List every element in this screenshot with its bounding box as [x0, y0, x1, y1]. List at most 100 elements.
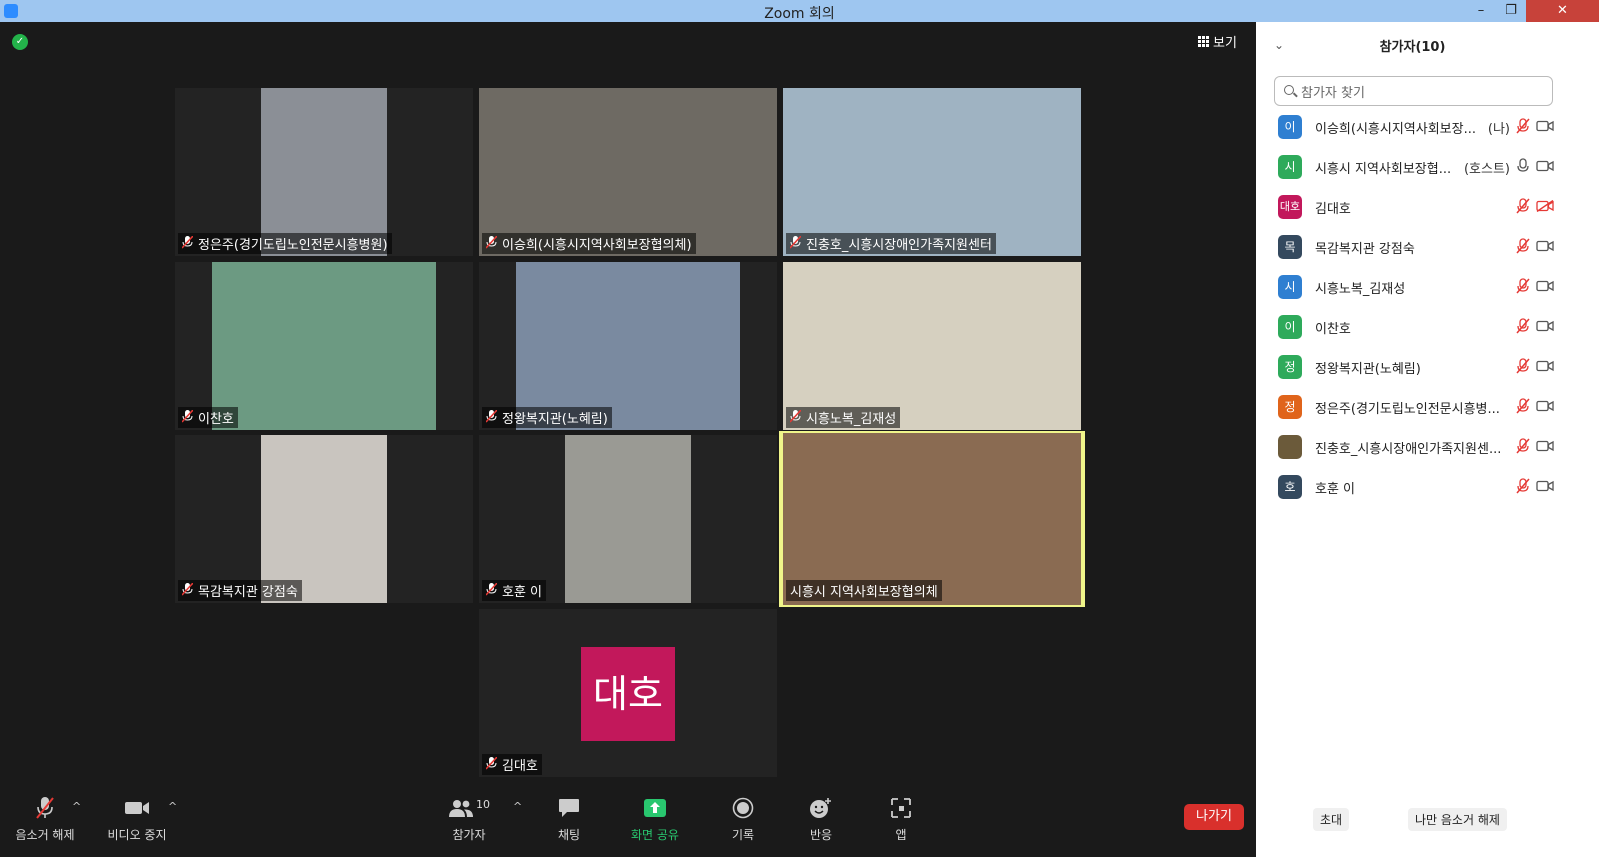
reactions-label: 반응: [809, 828, 833, 842]
participant-search-input[interactable]: 참가자 찾기: [1274, 76, 1553, 106]
participant-list: 이 이승희(시흥시지역사회보장... (나) 시 시흥시 지역사회보장협... …: [1256, 112, 1599, 512]
participant-name-label: 김대호: [482, 754, 542, 775]
participant-name: 시흥노복_김재성: [806, 412, 897, 427]
mic-muted-icon[interactable]: [1516, 278, 1530, 294]
title-bar: Zoom 회의 – ❐ ✕: [0, 0, 1599, 22]
video-camera-icon[interactable]: [1536, 280, 1554, 292]
participant-row[interactable]: 이 이찬호: [1256, 312, 1599, 352]
participant-name-label: 진충호_시흥시장애인가족지원센터: [786, 233, 996, 254]
video-camera-icon: [125, 802, 149, 814]
meeting-area: ✓ 보기 정은주(경기도립노인전문시흥병원) 이승희(시흥시지역사회보장협의체)…: [0, 22, 1256, 857]
video-tile[interactable]: 대호 김대호: [479, 609, 777, 777]
participant-name-label: 정은주(경기도립노인전문시흥병원): [178, 233, 392, 254]
apps-icon: [891, 798, 911, 818]
participant-row[interactable]: 이 이승희(시흥시지역사회보장... (나): [1256, 112, 1599, 152]
unmute-label: 음소거 해제: [15, 828, 75, 842]
participant-name: 정왕복지관(노혜림): [502, 412, 608, 427]
video-camera-icon[interactable]: [1536, 120, 1554, 132]
participant-avatar: 정: [1278, 355, 1302, 379]
search-placeholder: 참가자 찾기: [1301, 86, 1365, 101]
record-button[interactable]: 기록: [728, 796, 758, 843]
invite-button[interactable]: 초대: [1313, 808, 1350, 831]
share-screen-icon: [644, 799, 666, 817]
participant-row[interactable]: 호 호훈 이: [1256, 472, 1599, 512]
participant-row-name: 김대호: [1315, 202, 1351, 217]
participant-row-name: 목감복지관 강점숙: [1315, 242, 1415, 257]
participants-count: 10: [476, 797, 490, 811]
mic-muted-icon: [182, 583, 193, 596]
participant-video: [212, 262, 436, 430]
unmute-me-button[interactable]: 나만 음소거 해제: [1408, 808, 1507, 831]
apps-label: 앱: [895, 828, 907, 842]
mic-muted-icon[interactable]: [1516, 198, 1530, 214]
restore-button[interactable]: ❐: [1496, 0, 1526, 22]
video-camera-icon[interactable]: [1536, 400, 1554, 412]
video-off-icon[interactable]: [1536, 200, 1554, 212]
stop-video-button[interactable]: 비디오 중지: [104, 796, 170, 843]
reactions-button[interactable]: 반응: [806, 796, 836, 843]
participant-avatar: 시: [1278, 155, 1302, 179]
participant-role: (호스트): [1463, 162, 1510, 177]
mic-muted-icon[interactable]: [1516, 238, 1530, 254]
audio-options-caret-icon[interactable]: ^: [72, 800, 81, 813]
video-camera-icon[interactable]: [1536, 240, 1554, 252]
video-camera-icon[interactable]: [1536, 480, 1554, 492]
video-tile[interactable]: 목감복지관 강점숙: [175, 435, 473, 603]
participants-button[interactable]: 10 참가자: [446, 796, 492, 843]
video-tile[interactable]: 시흥노복_김재성: [783, 262, 1081, 430]
participant-name-label: 호훈 이: [482, 580, 547, 601]
mic-muted-icon[interactable]: [1516, 118, 1530, 134]
participant-name-label: 목감복지관 강점숙: [178, 580, 302, 601]
video-tile[interactable]: 이찬호: [175, 262, 473, 430]
participant-row[interactable]: 시 시흥시 지역사회보장협... (호스트): [1256, 152, 1599, 192]
mic-icon[interactable]: [1516, 158, 1530, 174]
video-camera-icon[interactable]: [1536, 440, 1554, 452]
participant-row[interactable]: 진충호_시흥시장애인가족지원센...: [1256, 432, 1599, 472]
chat-button[interactable]: 채팅: [554, 796, 584, 843]
mic-muted-icon[interactable]: [1516, 478, 1530, 494]
participant-row[interactable]: 시 시흥노복_김재성: [1256, 272, 1599, 312]
participant-name-label: 이승희(시흥시지역사회보장협의체): [482, 233, 696, 254]
stop-video-label: 비디오 중지: [107, 828, 167, 842]
mic-muted-icon[interactable]: [1516, 438, 1530, 454]
apps-button[interactable]: 앱: [886, 796, 916, 843]
mic-muted-icon[interactable]: [1516, 358, 1530, 374]
mic-muted-icon[interactable]: [1516, 318, 1530, 334]
video-tile[interactable]: 정왕복지관(노혜림): [479, 262, 777, 430]
video-camera-icon[interactable]: [1536, 160, 1554, 172]
participant-row[interactable]: 정 정왕복지관(노혜림): [1256, 352, 1599, 392]
participants-options-caret-icon[interactable]: ^: [513, 800, 522, 813]
participant-row[interactable]: 대호 김대호: [1256, 192, 1599, 232]
unmute-button[interactable]: 음소거 해제: [12, 796, 78, 843]
participant-avatar: 이: [1278, 115, 1302, 139]
minimize-button[interactable]: –: [1466, 0, 1496, 22]
video-tile[interactable]: 이승희(시흥시지역사회보장협의체): [479, 88, 777, 256]
participant-row[interactable]: 목 목감복지관 강점숙: [1256, 232, 1599, 272]
participant-name: 시흥시 지역사회보장협의체: [790, 585, 938, 600]
participant-avatar: 호: [1278, 475, 1302, 499]
participant-name: 정은주(경기도립노인전문시흥병원): [198, 238, 388, 253]
mic-muted-icon[interactable]: [1516, 398, 1530, 414]
close-button[interactable]: ✕: [1526, 0, 1599, 22]
video-tile[interactable]: 진충호_시흥시장애인가족지원센터: [783, 88, 1081, 256]
video-camera-icon[interactable]: [1536, 360, 1554, 372]
video-tile[interactable]: 정은주(경기도립노인전문시흥병원): [175, 88, 473, 256]
participant-name: 김대호: [502, 759, 538, 774]
participant-row[interactable]: 정 정은주(경기도립노인전문시흥병...: [1256, 392, 1599, 432]
participant-photo-avatar: [1278, 435, 1302, 459]
security-shield-icon[interactable]: ✓: [12, 34, 28, 50]
video-options-caret-icon[interactable]: ^: [168, 800, 177, 813]
leave-meeting-button[interactable]: 나가기: [1184, 804, 1244, 830]
record-label: 기록: [731, 828, 755, 842]
view-label: 보기: [1213, 36, 1237, 51]
active-speaker-tile[interactable]: 시흥시 지역사회보장협의체: [779, 431, 1085, 607]
view-button[interactable]: 보기: [1198, 32, 1237, 51]
participant-name: 호훈 이: [502, 585, 543, 600]
participant-avatar: 대호: [581, 647, 675, 741]
video-camera-icon[interactable]: [1536, 320, 1554, 332]
mic-muted-icon: [182, 410, 193, 423]
share-screen-button[interactable]: 화면 공유: [627, 796, 683, 843]
video-tile[interactable]: 호훈 이: [479, 435, 777, 603]
participant-row-name: 이찬호: [1315, 322, 1351, 337]
participant-video: [516, 262, 740, 430]
